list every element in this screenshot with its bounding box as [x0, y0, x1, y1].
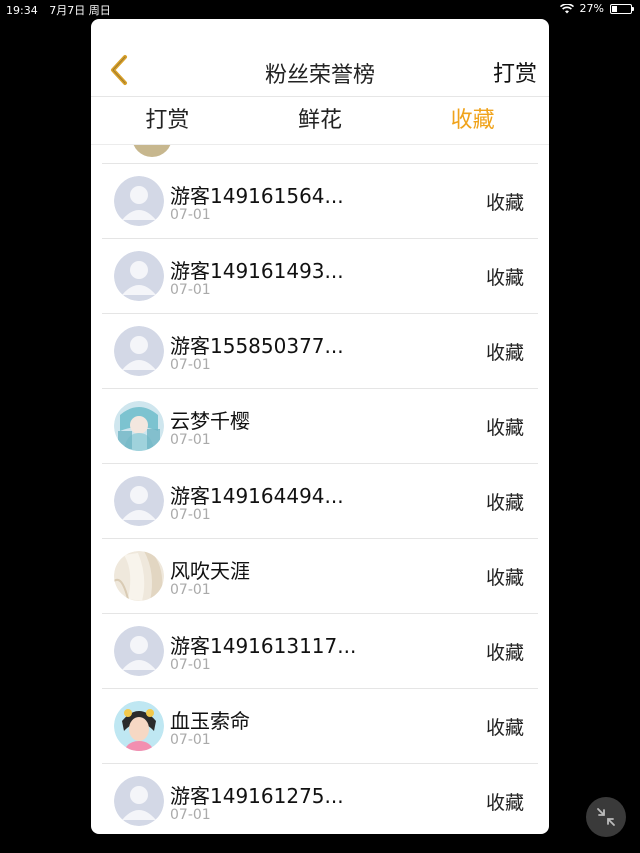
- battery-percent: 27%: [579, 2, 604, 15]
- user-name: 血玉索命: [170, 709, 250, 733]
- list-item[interactable]: 游客155850377... 07-01 收藏: [102, 314, 538, 389]
- reward-button[interactable]: 打赏: [493, 56, 537, 88]
- status-bar: 19:34 7月7日 周日 27%: [0, 0, 640, 18]
- action-label: 收藏: [485, 267, 524, 289]
- list-item[interactable]: 血玉索命 07-01 收藏: [102, 689, 538, 764]
- action-label: 收藏: [485, 342, 524, 364]
- date-label: 07-01: [170, 207, 211, 223]
- user-name: 风吹天涯: [170, 559, 250, 583]
- default-avatar-icon: [114, 326, 164, 376]
- portrait-avatar: [114, 701, 164, 751]
- list-item[interactable]: 云梦千樱 07-01 收藏: [102, 389, 538, 464]
- status-time: 19:34: [6, 4, 38, 17]
- list-item[interactable]: 游客1491613117... 07-01 收藏: [102, 614, 538, 689]
- battery-icon: [610, 3, 634, 14]
- status-date: 7月7日 周日: [49, 4, 111, 17]
- action-label: 收藏: [485, 642, 524, 664]
- action-label: 收藏: [485, 492, 524, 514]
- fabric-avatar: [114, 551, 164, 601]
- date-label: 07-01: [170, 282, 211, 298]
- user-name: 云梦千樱: [170, 409, 250, 433]
- shrink-window-button[interactable]: [586, 797, 626, 837]
- collapse-arrows-icon: [597, 808, 615, 826]
- date-label: 07-01: [170, 807, 211, 823]
- user-name: 游客149161275...: [170, 784, 344, 808]
- date-label: 07-01: [170, 507, 211, 523]
- default-avatar-icon: [114, 251, 164, 301]
- list-item[interactable]: 游客149161275... 07-01 收藏: [102, 764, 538, 834]
- tab-bar: 打赏 鲜花 收藏: [91, 97, 549, 145]
- default-avatar-icon: [114, 626, 164, 676]
- user-name: 游客1491613117...: [170, 634, 357, 658]
- date-label: 07-01: [170, 657, 211, 673]
- action-label: 收藏: [485, 792, 524, 814]
- fans-honor-panel: 粉丝荣誉榜 打赏 打赏 鲜花 收藏 游客149161564... 07-01 收…: [91, 19, 549, 834]
- user-name: 游客149164494...: [170, 484, 344, 508]
- anime-avatar: [114, 401, 164, 451]
- date-label: 07-01: [170, 357, 211, 373]
- panel-header: 粉丝荣誉榜 打赏: [91, 19, 549, 97]
- list-item[interactable]: 风吹天涯 07-01 收藏: [102, 539, 538, 614]
- action-label: 收藏: [485, 567, 524, 589]
- default-avatar-icon: [114, 776, 164, 826]
- user-name: 游客149161493...: [170, 259, 344, 283]
- action-label: 收藏: [485, 717, 524, 739]
- page-title: 粉丝荣誉榜: [264, 63, 375, 88]
- wifi-icon: [559, 3, 574, 14]
- user-name: 游客149161564...: [170, 184, 344, 208]
- default-avatar-icon: [114, 476, 164, 526]
- user-name: 游客155850377...: [170, 334, 344, 358]
- date-label: 07-01: [170, 432, 211, 448]
- tab-flowers[interactable]: 鲜花: [244, 97, 397, 144]
- tab-reward[interactable]: 打赏: [91, 97, 244, 144]
- avatar: [132, 145, 172, 157]
- list-item[interactable]: 游客149161493... 07-01 收藏: [102, 239, 538, 314]
- default-avatar-icon: [114, 176, 164, 226]
- date-label: 07-01: [170, 732, 211, 748]
- date-label: 07-01: [170, 582, 211, 598]
- action-label: 收藏: [485, 192, 524, 214]
- list-item-partial: [102, 145, 538, 164]
- fans-list[interactable]: 游客149161564... 07-01 收藏 游客149161493... 0…: [91, 145, 549, 834]
- tab-favorites[interactable]: 收藏: [396, 97, 549, 144]
- list-item[interactable]: 游客149161564... 07-01 收藏: [102, 164, 538, 239]
- action-label: 收藏: [485, 417, 524, 439]
- list-item[interactable]: 游客149164494... 07-01 收藏: [102, 464, 538, 539]
